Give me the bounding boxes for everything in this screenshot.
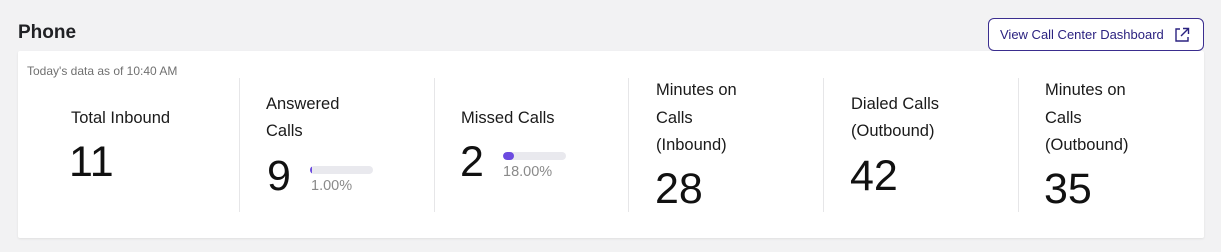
stat-value: 11 bbox=[69, 138, 114, 186]
stat-percent: 18.00% bbox=[503, 164, 553, 180]
answered-progress-bar bbox=[310, 166, 373, 174]
stat-percent: 1.00% bbox=[311, 178, 353, 194]
stat-label: (Outbound) bbox=[1045, 136, 1129, 154]
stat-value: 42 bbox=[850, 152, 898, 200]
progress-fill bbox=[503, 152, 515, 160]
stat-value: 28 bbox=[655, 165, 703, 213]
stat-value: 9 bbox=[267, 152, 291, 200]
divider bbox=[628, 78, 629, 212]
stat-value: 35 bbox=[1044, 165, 1092, 213]
divider bbox=[239, 78, 240, 212]
stat-label: Calls bbox=[266, 122, 303, 140]
view-dashboard-label: View Call Center Dashboard bbox=[1000, 27, 1164, 42]
stat-label: Answered bbox=[266, 95, 340, 113]
stat-label: Minutes on bbox=[656, 81, 737, 99]
stat-value: 2 bbox=[460, 138, 484, 186]
stat-label: Total Inbound bbox=[71, 109, 171, 127]
stat-label: Minutes on bbox=[1045, 81, 1126, 99]
progress-fill bbox=[310, 166, 312, 174]
divider bbox=[434, 78, 435, 212]
view-dashboard-button[interactable]: View Call Center Dashboard bbox=[988, 18, 1204, 51]
stat-label: Missed Calls bbox=[461, 109, 555, 127]
section-title: Phone bbox=[18, 22, 77, 43]
stat-label: (Outbound) bbox=[851, 122, 935, 140]
divider bbox=[1018, 78, 1019, 212]
missed-progress-bar bbox=[503, 152, 566, 160]
data-timestamp: Today's data as of 10:40 AM bbox=[27, 64, 178, 78]
divider bbox=[823, 78, 824, 212]
external-link-icon bbox=[1175, 27, 1190, 42]
stat-label: Calls bbox=[1045, 109, 1082, 127]
stat-label: (Inbound) bbox=[656, 136, 727, 154]
stat-label: Dialed Calls bbox=[851, 95, 940, 113]
stat-label: Calls bbox=[656, 109, 693, 127]
phone-stats-card: Today's data as of 10:40 AM Total Inboun… bbox=[18, 51, 1204, 238]
